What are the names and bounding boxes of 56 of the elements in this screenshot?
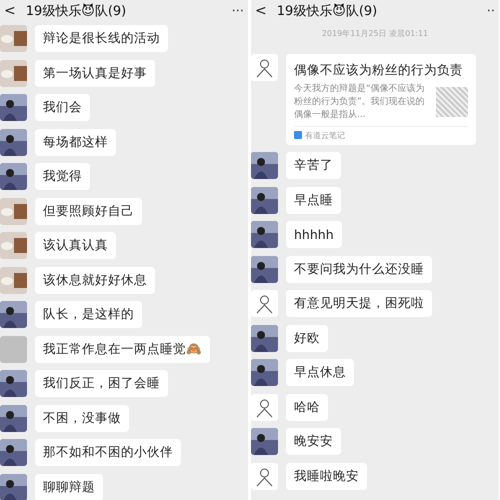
message-bubble: 我们反正，困了会睡 — [35, 370, 168, 397]
message-bubble: 每场都这样 — [35, 128, 116, 156]
message-bubble: 早点休息 — [286, 359, 354, 386]
card-source: 有道云笔记 — [305, 130, 345, 141]
avatar-silhouette — [251, 256, 278, 283]
message-bubble: 那不如和不困的小伙伴 — [35, 439, 181, 466]
message-bubble: 有意见明天提，困死啦 — [286, 290, 432, 318]
message-bubble: 早点睡 — [286, 186, 341, 214]
message-bubble: 我睡啦晚安 — [286, 462, 367, 490]
chat-title: 19级快乐😈队(9) — [276, 2, 378, 20]
note-app-icon — [294, 131, 302, 140]
sketch-avatar — [251, 394, 278, 421]
more-button[interactable]: ·· — [486, 4, 495, 18]
avatar-silhouette — [251, 324, 278, 352]
message-bubble: hhhhh — [286, 221, 342, 248]
message-bubble: 好欧 — [286, 324, 328, 352]
note-card[interactable]: 偶像不应该为粉丝的行为负责 今天我方的辩题是“偶像不应该为粉丝的行为负责”。我们现在说的偶像一般是指从... 有道云笔记 — [286, 54, 476, 145]
message-bubble: 该认真认真 — [35, 232, 116, 259]
card-title: 偶像不应该为粉丝的行为负责 — [294, 62, 464, 78]
more-button[interactable]: ··· — [232, 4, 244, 18]
chat-title: 19级快乐😈队(9) — [26, 2, 128, 20]
message-bubble: 辛苦了 — [286, 152, 341, 180]
avatar-silhouette — [0, 94, 27, 121]
message-bubble: 不困，没事做 — [35, 404, 129, 432]
qr-code-image — [436, 87, 468, 118]
message-bubble: 我觉得 — [35, 163, 90, 190]
message-bubble: 哈哈 — [286, 394, 328, 421]
message-bubble: 辩论是很长线的活动 — [35, 25, 168, 52]
sketch-avatar — [251, 462, 278, 490]
avatar-silhouette — [0, 474, 27, 500]
card-description: 今天我方的辩题是“偶像不应该为粉丝的行为负责”。我们现在说的偶像一般是指从... — [294, 82, 426, 122]
back-button[interactable]: < — [4, 3, 16, 19]
avatar-silhouette — [251, 221, 278, 248]
message-bubble: 但要照顾好自己 — [35, 198, 142, 224]
avatar-silhouette — [0, 128, 27, 156]
avatar-silhouette — [0, 439, 27, 466]
message-bubble: 聊聊辩题 — [35, 474, 103, 500]
avatar-silhouette — [251, 186, 278, 214]
avatar-silhouette — [251, 359, 278, 386]
avatar-silhouette — [0, 370, 27, 397]
message-bubble: 第一场认真是好事 — [35, 60, 155, 86]
avatar-silhouette — [0, 404, 27, 432]
avatar-silhouette — [0, 163, 27, 190]
avatar-silhouette — [251, 152, 278, 180]
message-bubble: 该休息就好好休息 — [35, 266, 155, 294]
message-bubble: 我正常作息在一两点睡觉🙈 — [35, 336, 210, 362]
back-button[interactable]: < — [255, 3, 267, 19]
message-bubble: 队长，是这样的 — [35, 301, 142, 328]
avatar-silhouette — [0, 301, 27, 328]
sketch-avatar — [251, 290, 278, 318]
message-bubble: 我们会 — [35, 94, 90, 121]
timestamp: 2019年11月25日 凌晨01:11 — [322, 28, 428, 39]
avatar-silhouette — [251, 428, 278, 456]
message-bubble: 晚安安 — [286, 428, 341, 456]
sketch-avatar — [251, 54, 278, 80]
message-bubble: 不要问我为什么还没睡 — [286, 256, 432, 283]
